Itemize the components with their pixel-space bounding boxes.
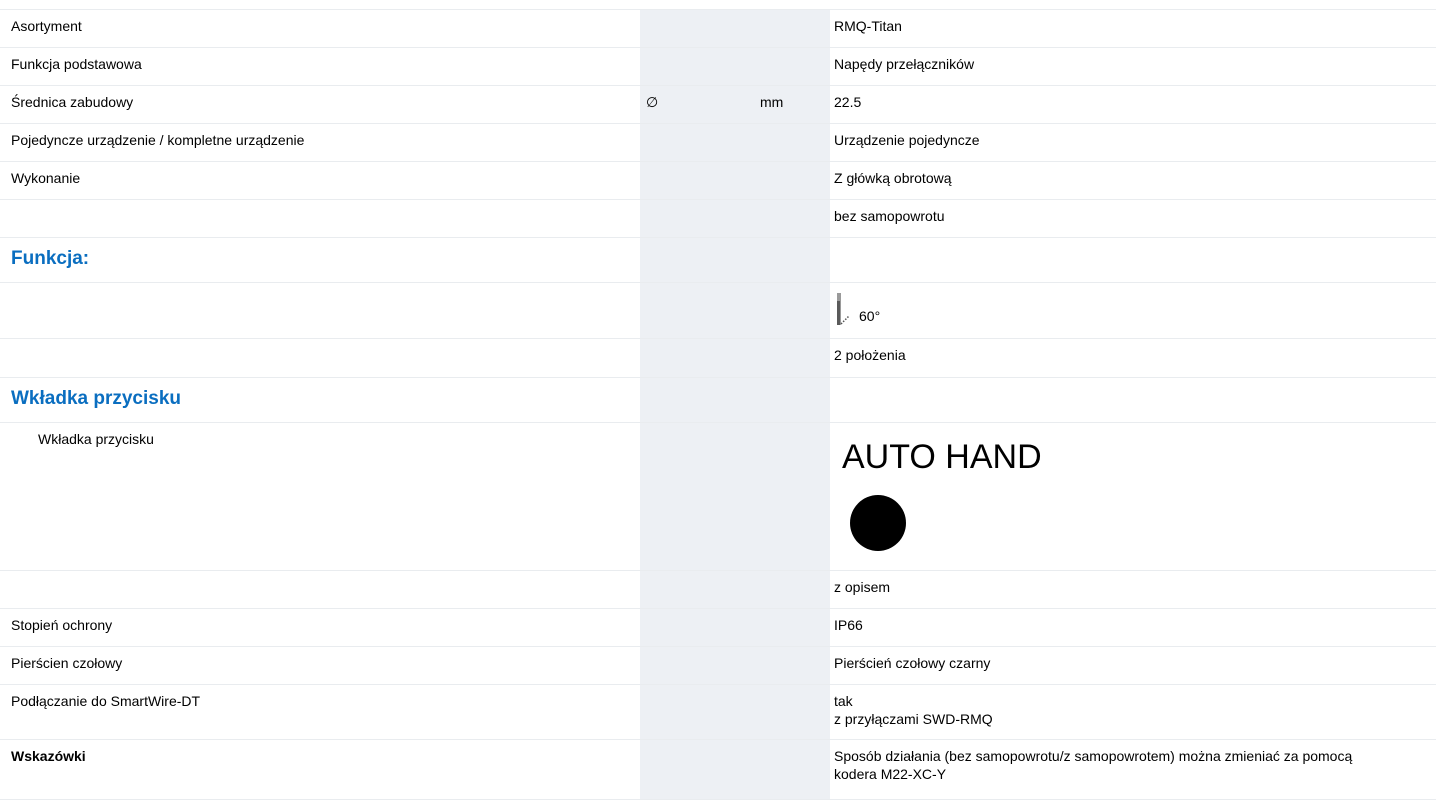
table-row: Podłączanie do SmartWire-DT tak z przyłą…	[0, 684, 1436, 740]
table-row: bez samopowrotu	[0, 199, 1436, 238]
row-value: 22.5	[834, 94, 862, 110]
table-row: Asortyment RMQ-Titan	[0, 9, 1436, 48]
angle-cell: 60°	[830, 284, 1436, 334]
spec-table: Asortyment RMQ-Titan Funkcja podstawowa …	[0, 9, 1436, 800]
filled-circle-icon	[850, 495, 906, 551]
table-row: Wskazówki Sposób działania (bez samopowr…	[0, 739, 1436, 800]
row-value-line1: tak	[834, 693, 853, 709]
table-row: Pojedyncze urządzenie / kompletne urządz…	[0, 123, 1436, 162]
section-row: Funkcja:	[0, 237, 1436, 283]
insert-legend: AUTO HAND	[842, 438, 1042, 476]
row-value: RMQ-Titan	[834, 18, 902, 34]
table-row: 60°	[0, 282, 1436, 339]
table-row: 2 położenia	[0, 338, 1436, 378]
table-row: Średnica zabudowy ∅ mm 22.5	[0, 85, 1436, 124]
row-value: IP66	[834, 617, 863, 633]
row-value: 2 położenia	[834, 347, 906, 363]
row-label: Pierścien czołowy	[11, 655, 123, 671]
row-value: Napędy przełączników	[834, 56, 975, 72]
section-heading-funkcja: Funkcja:	[11, 248, 90, 269]
row-label: Asortyment	[11, 18, 82, 34]
section-heading-wkladka: Wkładka przycisku	[11, 388, 182, 409]
row-value: Pierścień czołowy czarny	[834, 655, 991, 671]
rotation-angle-icon	[837, 293, 850, 325]
row-label: Wykonanie	[11, 170, 81, 186]
row-label: Wkładka przycisku	[38, 431, 154, 447]
row-label: Średnica zabudowy	[11, 94, 134, 110]
row-label: Pojedyncze urządzenie / kompletne urządz…	[11, 132, 305, 148]
row-label: Podłączanie do SmartWire-DT	[11, 693, 201, 709]
table-row: Pierścien czołowy Pierścień czołowy czar…	[0, 646, 1436, 685]
row-value: Z główką obrotową	[834, 170, 952, 186]
row-label: Stopień ochrony	[11, 617, 113, 633]
row-value-line1: Sposób działania (bez samopowrotu/z samo…	[834, 748, 1353, 764]
row-value-line2: kodera M22-XC-Y	[834, 766, 947, 782]
table-row: Wkładka przycisku AUTO HAND	[0, 422, 1436, 571]
unit-label: mm	[760, 94, 784, 110]
section-row: Wkładka przycisku	[0, 377, 1436, 423]
row-value: z opisem	[834, 579, 891, 595]
table-row: Wykonanie Z główką obrotową	[0, 161, 1436, 200]
row-label: Funkcja podstawowa	[11, 56, 142, 72]
row-value-line2: z przyłączami SWD-RMQ	[834, 711, 993, 727]
table-row: z opisem	[0, 570, 1436, 609]
row-value: Urządzenie pojedyncze	[834, 132, 980, 148]
table-row: Stopień ochrony IP66	[0, 608, 1436, 647]
row-label: Wskazówki	[11, 748, 86, 764]
diameter-symbol: ∅	[646, 94, 659, 110]
row-value: bez samopowrotu	[834, 208, 945, 224]
table-row: Funkcja podstawowa Napędy przełączników	[0, 47, 1436, 86]
angle-value: 60°	[859, 308, 881, 324]
button-insert-preview: AUTO HAND	[830, 424, 1436, 551]
